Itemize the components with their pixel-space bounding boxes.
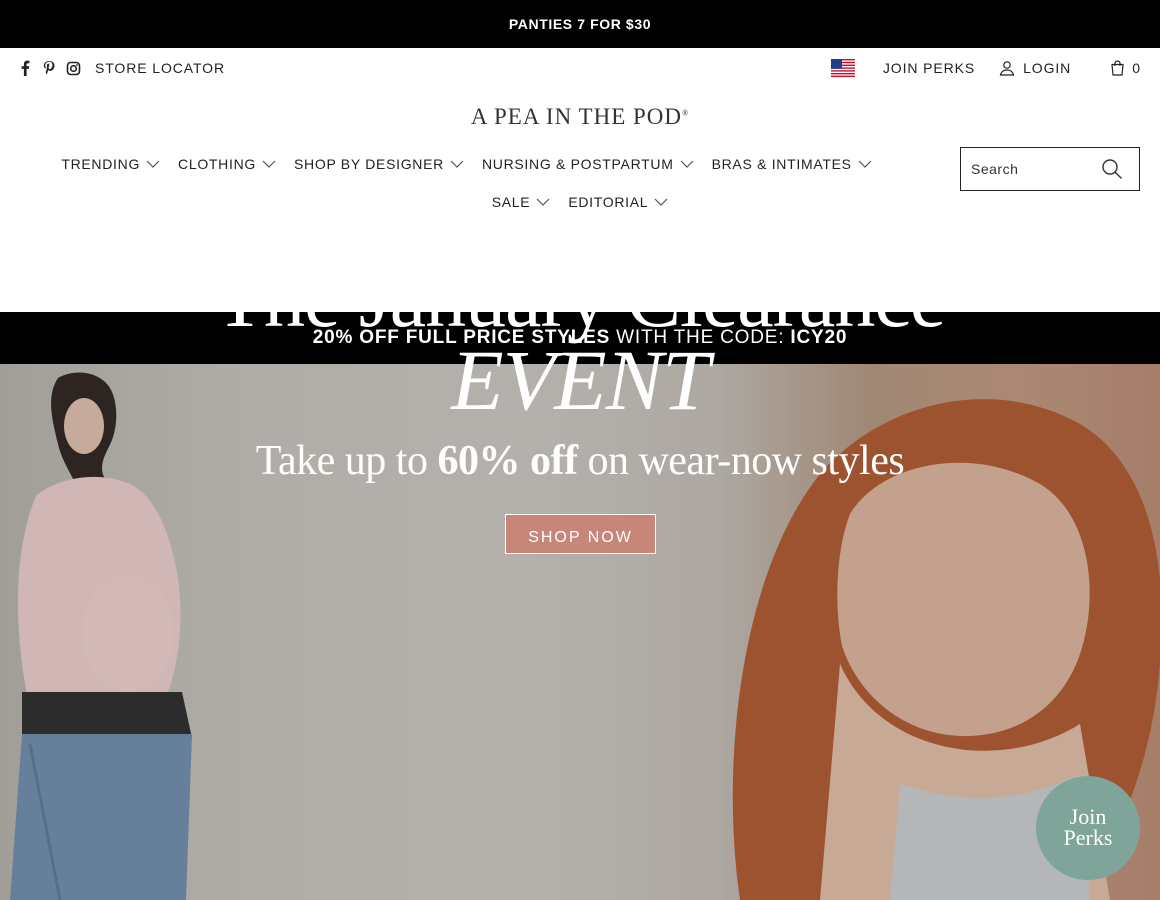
hero-title-line-2: EVENT xyxy=(451,332,710,428)
us-flag-icon[interactable] xyxy=(830,59,883,77)
shopping-bag-icon xyxy=(1111,60,1124,76)
login-label: LOGIN xyxy=(1023,60,1072,76)
chevron-down-icon xyxy=(450,160,464,168)
login-link[interactable]: LOGIN xyxy=(999,60,1071,76)
store-locator-link[interactable]: STORE LOCATOR xyxy=(95,60,225,76)
nav-editorial[interactable]: EDITORIAL xyxy=(568,190,668,214)
instagram-icon[interactable] xyxy=(66,61,81,76)
logo-text: A PEA IN THE POD xyxy=(470,104,683,129)
nav-shop-by-designer[interactable]: SHOP BY DESIGNER xyxy=(294,152,464,176)
nav-bras-intimates[interactable]: BRAS & INTIMATES xyxy=(712,152,872,176)
cart-link[interactable]: 0 xyxy=(1111,60,1140,76)
chevron-down-icon xyxy=(146,160,160,168)
hero-subtitle: Take up to 60% off on wear-now styles xyxy=(255,438,905,484)
hero-title-line-1: The January Clearance xyxy=(214,253,946,344)
chevron-down-icon xyxy=(536,198,550,206)
shop-now-button[interactable]: SHOP NOW xyxy=(505,514,656,554)
chevron-down-icon xyxy=(262,160,276,168)
utility-right: JOIN PERKS LOGIN 0 xyxy=(830,56,1140,80)
user-icon xyxy=(999,61,1015,76)
nav-nursing-postpartum[interactable]: NURSING & POSTPARTUM xyxy=(482,152,694,176)
utility-bar: STORE LOCATOR JOIN PERKS LOGIN 0 xyxy=(0,48,1160,90)
cart-count: 0 xyxy=(1132,60,1140,76)
join-perks-link[interactable]: JOIN PERKS xyxy=(883,60,975,76)
search-input[interactable] xyxy=(961,150,1101,188)
facebook-icon[interactable] xyxy=(18,60,32,76)
chevron-down-icon xyxy=(680,160,694,168)
chevron-down-icon xyxy=(654,198,668,206)
announcement-bar[interactable]: PANTIES 7 FOR $30 xyxy=(0,0,1160,48)
search-icon[interactable] xyxy=(1101,158,1123,180)
pinterest-icon[interactable] xyxy=(42,60,56,76)
hero-discount: 60% off xyxy=(437,438,578,484)
social-links: STORE LOCATOR xyxy=(18,60,225,76)
chevron-down-icon xyxy=(858,160,872,168)
nav-sale[interactable]: SALE xyxy=(492,190,551,214)
main-nav-row-2: SALE EDITORIAL xyxy=(0,190,1160,214)
join-perks-badge[interactable]: Join Perks xyxy=(1036,776,1140,880)
site-logo[interactable]: A PEA IN THE POD® xyxy=(0,104,1160,130)
search-box xyxy=(960,147,1140,191)
announcement-text[interactable]: PANTIES 7 FOR $30 xyxy=(509,16,651,32)
nav-trending[interactable]: TRENDING xyxy=(61,152,160,176)
nav-clothing[interactable]: CLOTHING xyxy=(178,152,276,176)
